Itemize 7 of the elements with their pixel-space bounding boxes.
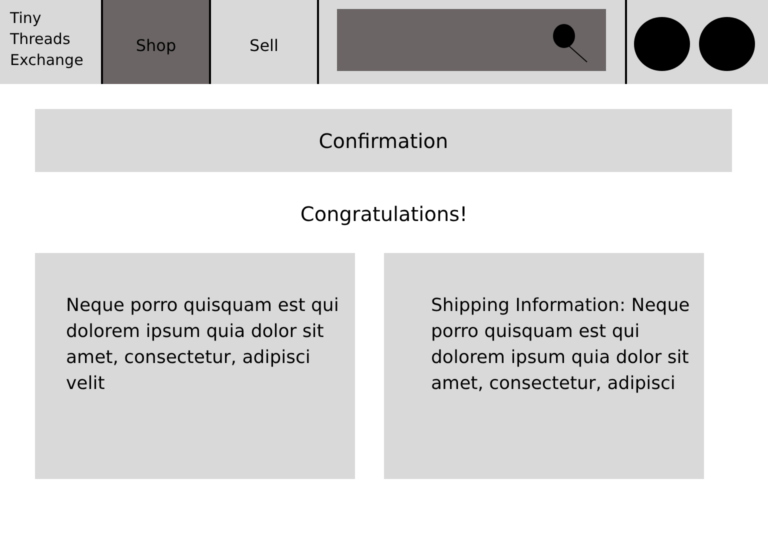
info-card: Neque porro quisquam est qui dolorem ipsum quia dolor sit amet, consectetur, adipisci velit	[35, 253, 355, 479]
info-card: Shipping Information: Neque porro quisquam est qui dolorem ipsum quia dolor sit amet, consectetur, adipisci	[384, 253, 704, 479]
search-icon[interactable]	[553, 24, 589, 64]
search-field[interactable]	[337, 9, 606, 71]
success-message: Congratulations!	[299, 201, 469, 228]
title-banner: Confirmation	[35, 109, 732, 172]
nav-tab[interactable]: Shop	[103, 0, 211, 84]
